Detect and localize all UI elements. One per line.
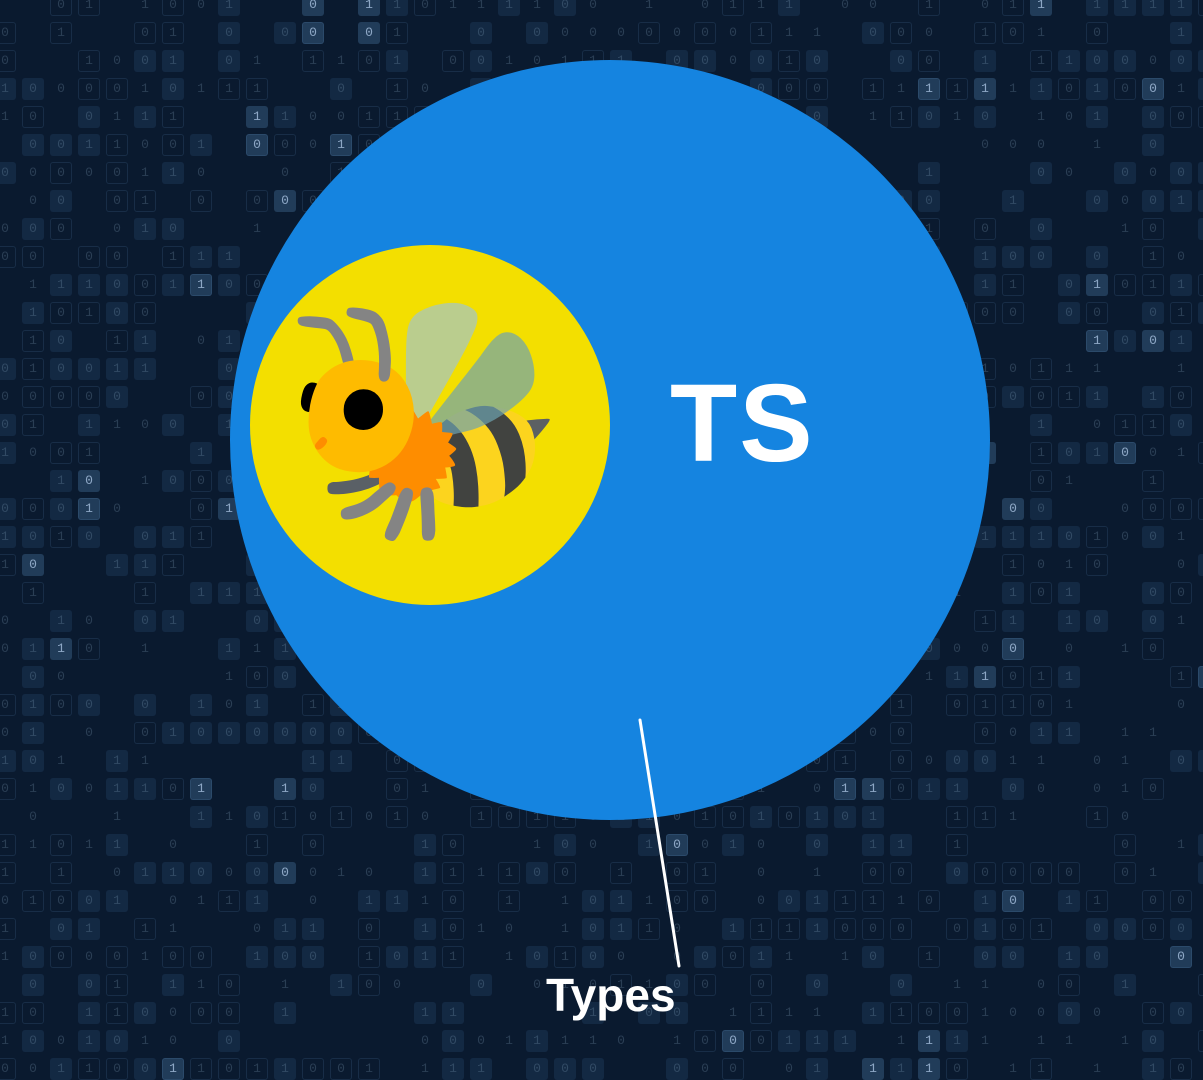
diagram-stage: 0110010110111100101110010111111001010000… [0,0,1203,1080]
inner-circle-js: 🐝 [250,245,610,605]
outer-circle-label: TS [670,360,815,487]
callout-label: Types [546,968,676,1022]
bee-icon: 🐝 [281,304,567,534]
